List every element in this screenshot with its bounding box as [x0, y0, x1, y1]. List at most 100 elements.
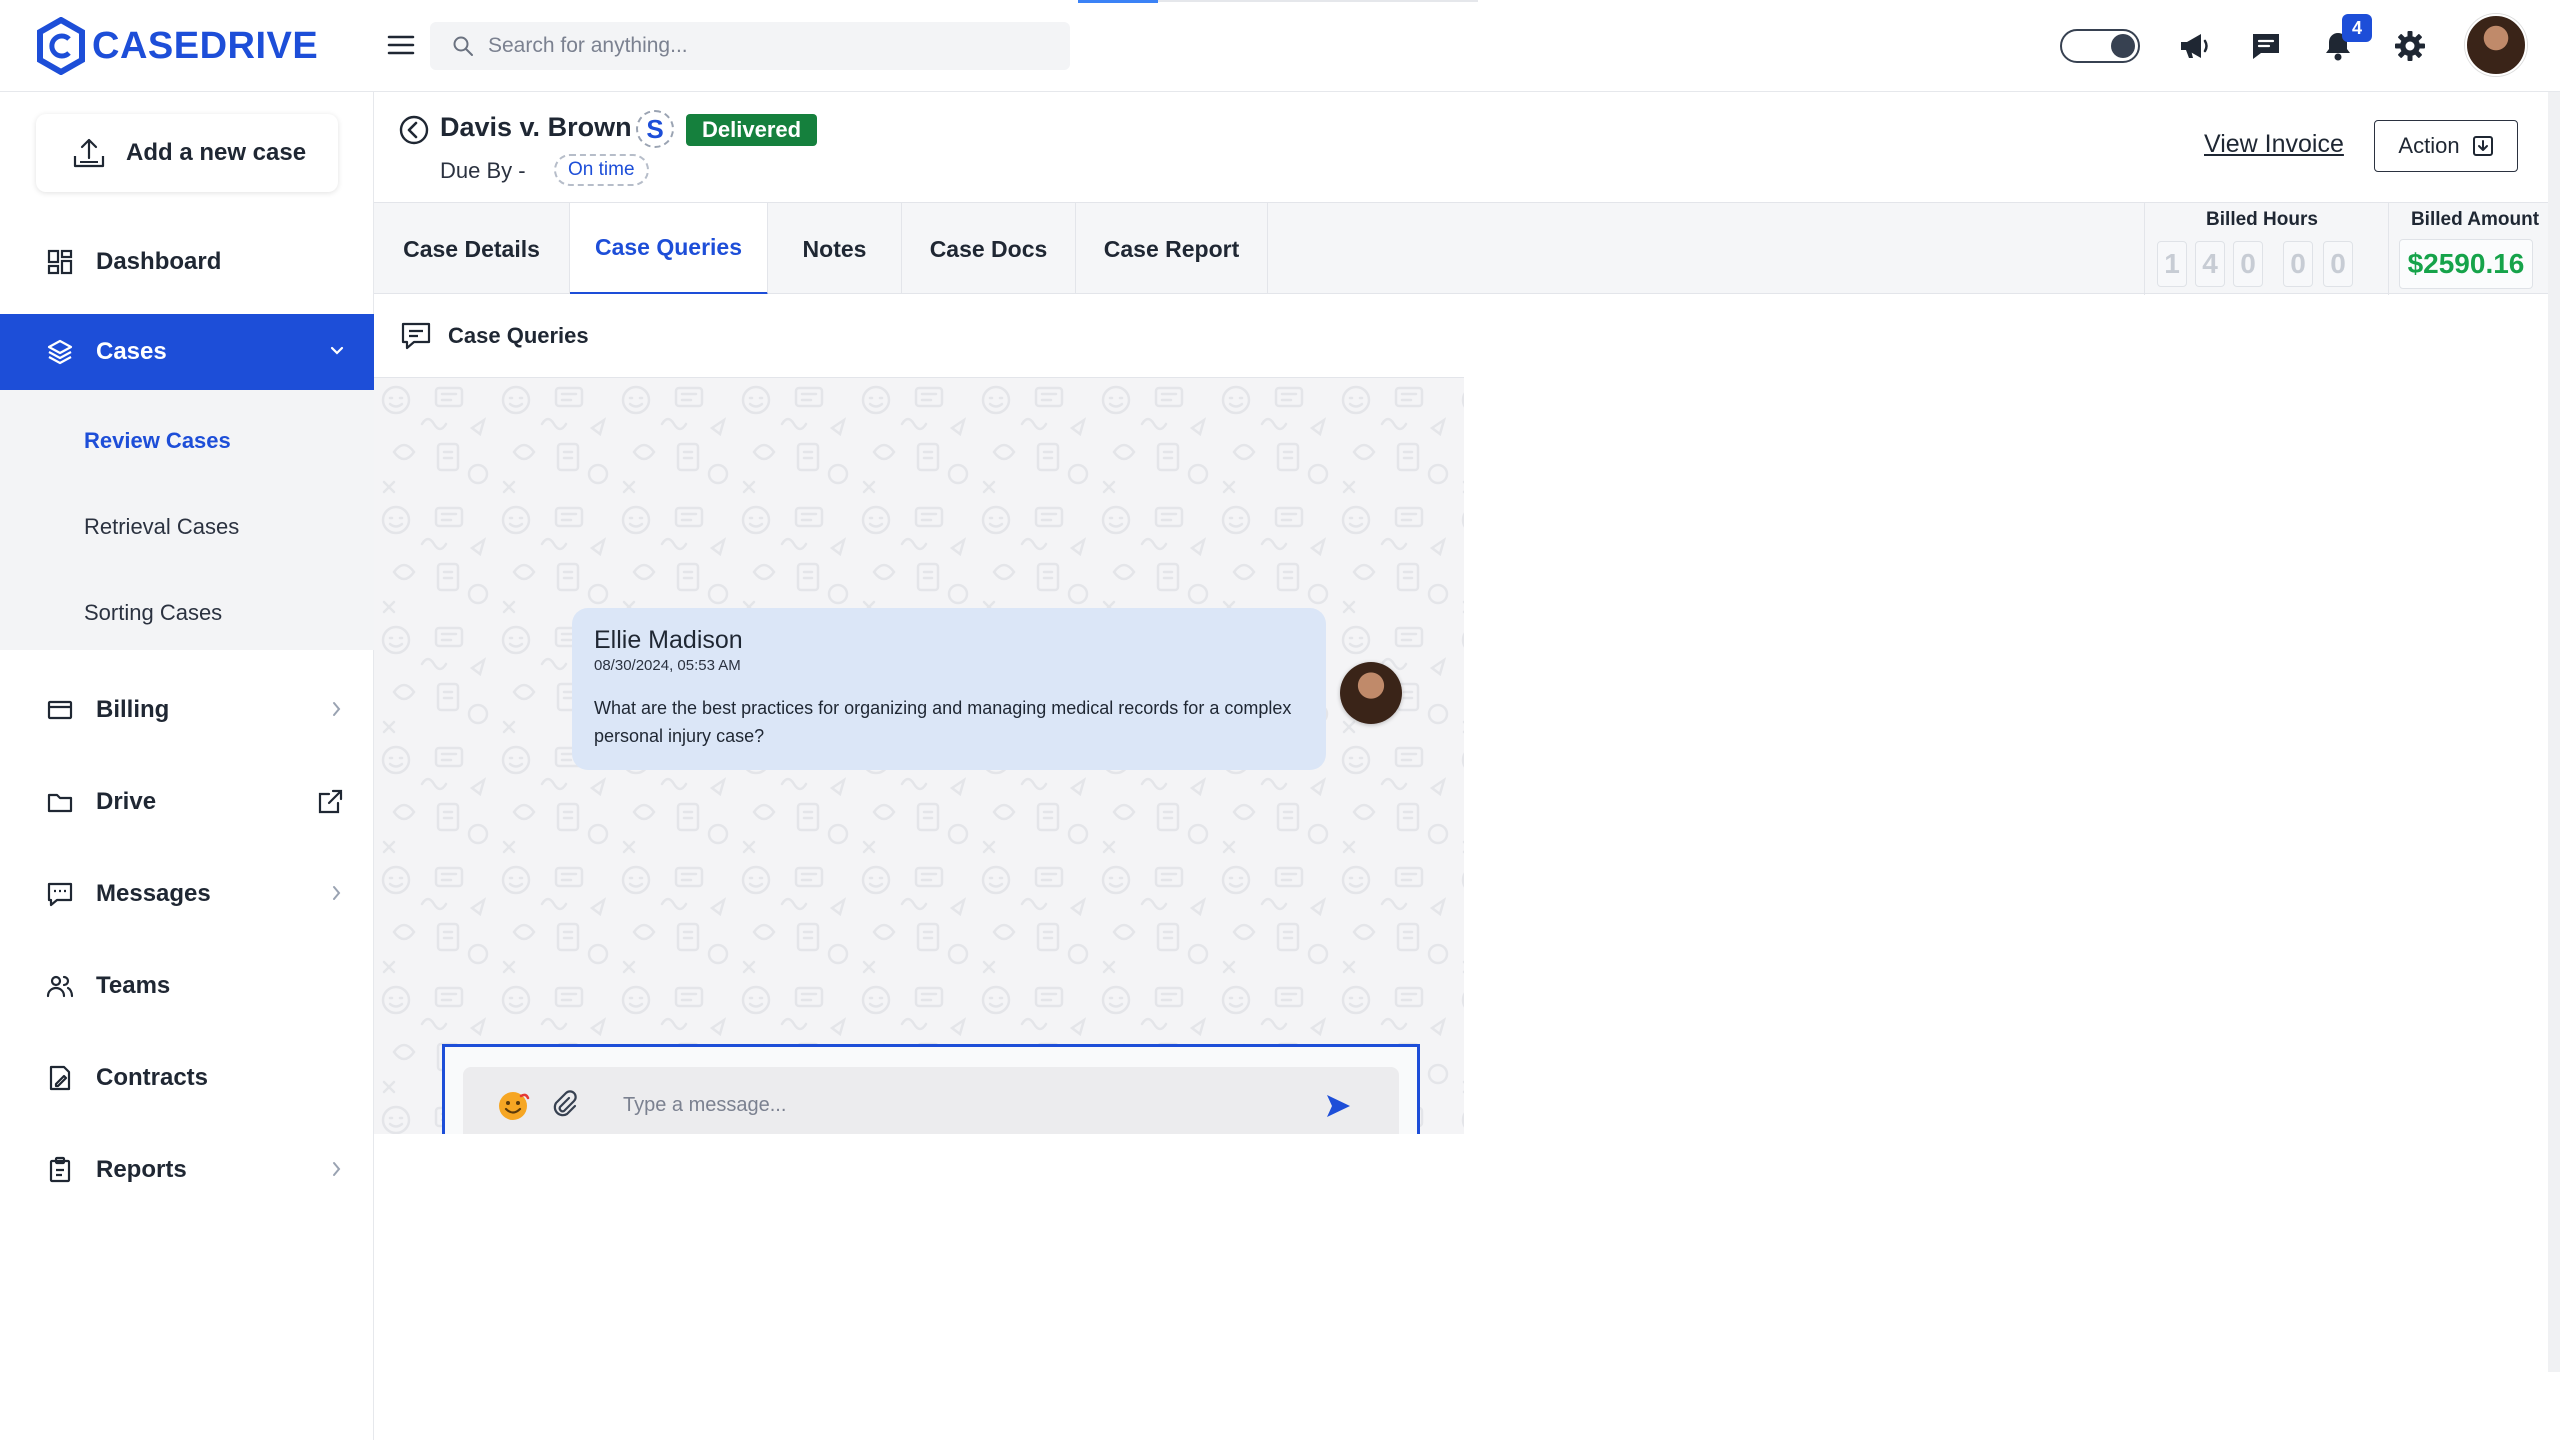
tab-case-report[interactable]: Case Report: [1076, 203, 1268, 295]
settings-button[interactable]: [2390, 26, 2430, 66]
case-queries-header: Case Queries: [374, 294, 1464, 378]
user-avatar[interactable]: [2465, 14, 2527, 76]
sidebar-item-messages[interactable]: Messages: [0, 856, 374, 932]
message-author: Ellie Madison: [594, 626, 743, 654]
sidebar-item-label: Drive: [96, 788, 157, 815]
search-icon: [453, 36, 473, 56]
report-icon: [49, 1156, 71, 1183]
billed-hours-digit: 1: [2157, 241, 2187, 287]
loading-track: [1158, 0, 1478, 2]
case-queries-title: Case Queries: [448, 322, 589, 348]
chat-icon: [2253, 34, 2279, 59]
download-icon: [2472, 136, 2493, 156]
attachment-icon[interactable]: [549, 1089, 579, 1119]
billed-hours-digit: 4: [2195, 241, 2225, 287]
chevron-right-icon: [333, 886, 341, 900]
add-case-label: Add a new case: [126, 139, 307, 166]
page-scrollbar[interactable]: [2548, 92, 2560, 1372]
sidebar-item-label: Teams: [96, 972, 171, 999]
query-message-bubble: Ellie Madison 08/30/2024, 05:53 AM What …: [572, 608, 1326, 770]
case-s-badge: S: [636, 110, 674, 148]
message-composer-frame: [442, 1044, 1420, 1134]
view-invoice-link[interactable]: View Invoice: [2204, 130, 2344, 159]
case-title: Davis v. Brown: [440, 112, 632, 142]
submenu-item-sorting-cases[interactable]: Sorting Cases: [84, 600, 222, 626]
search-input[interactable]: [488, 34, 1048, 58]
message-timestamp: 08/30/2024, 05:53 AM: [594, 657, 741, 674]
loading-indicator: [1078, 0, 1158, 3]
sidebar-item-label: Reports: [96, 1156, 187, 1183]
sidebar-item-label: Dashboard: [96, 248, 222, 275]
gear-icon: [2395, 31, 2425, 61]
top-bar: CASEDRIVE 4: [0, 0, 2560, 92]
external-link-icon[interactable]: [316, 788, 344, 816]
layers-icon: [47, 339, 73, 365]
case-queries-panel: Case Queries Ellie Madison 08/30/2024, 0…: [374, 294, 1464, 1134]
due-status-badge: On time: [554, 154, 649, 186]
sidebar-item-billing[interactable]: Billing: [0, 672, 374, 748]
theme-toggle-knob: [2111, 34, 2135, 58]
search-bar: [430, 22, 1070, 70]
billed-hours-label: Billed Hours: [2206, 209, 2318, 230]
megaphone-icon: [2181, 34, 2208, 58]
sidebar-item-label: Contracts: [96, 1064, 209, 1091]
message-icon: [47, 882, 73, 907]
sidebar-item-teams[interactable]: Teams: [0, 948, 374, 1024]
billed-amount-value: $2590.16: [2399, 239, 2533, 289]
sidebar-item-label: Cases: [96, 338, 167, 365]
contract-icon: [49, 1065, 71, 1091]
message-text: What are the best practices for organizi…: [594, 698, 1292, 746]
case-header: Davis v. Brown S Delivered Due By - On t…: [374, 92, 2560, 202]
sidebar-item-contracts[interactable]: Contracts: [0, 1040, 374, 1116]
sidebar-item-label: Messages: [96, 880, 211, 907]
status-badge: Delivered: [686, 114, 818, 146]
message-input[interactable]: [623, 1085, 1273, 1125]
emoji-icon[interactable]: [495, 1087, 531, 1123]
tab-case-details[interactable]: Case Details: [374, 203, 570, 295]
send-icon[interactable]: [1323, 1091, 1353, 1121]
message-composer: [463, 1067, 1399, 1134]
action-button[interactable]: Action: [2374, 120, 2518, 172]
dashboard-icon: [47, 249, 73, 275]
cases-submenu: Review Cases Retrieval Cases Sorting Cas…: [0, 390, 374, 650]
submenu-item-review-cases[interactable]: Review Cases: [84, 428, 231, 454]
sidebar-item-cases[interactable]: Cases: [0, 314, 374, 390]
messages-button[interactable]: [2246, 26, 2286, 66]
billed-hours-digit: 0: [2323, 241, 2353, 287]
theme-toggle[interactable]: [2060, 29, 2140, 63]
brand-name: CASEDRIVE: [92, 24, 319, 67]
menu-icon[interactable]: [386, 30, 416, 60]
brand-logo[interactable]: CASEDRIVE: [36, 16, 318, 76]
add-case-button[interactable]: Add a new case: [36, 114, 338, 192]
message-author-avatar: [1340, 662, 1402, 724]
announcements-button[interactable]: [2174, 26, 2214, 66]
notification-count-badge: 4: [2342, 14, 2372, 42]
folder-icon: [47, 793, 73, 813]
tab-case-docs[interactable]: Case Docs: [902, 203, 1076, 295]
sidebar-item-dashboard[interactable]: Dashboard: [0, 224, 374, 300]
sidebar-item-reports[interactable]: Reports: [0, 1132, 374, 1208]
logo-icon: [37, 17, 85, 75]
case-tabs: Case Details Case Queries Notes Case Doc…: [374, 202, 2560, 295]
tab-notes[interactable]: Notes: [768, 203, 902, 295]
billed-amount-label: Billed Amount: [2410, 209, 2540, 230]
queries-icon: [401, 322, 431, 349]
submenu-item-retrieval-cases[interactable]: Retrieval Cases: [84, 514, 239, 540]
chat-area: Ellie Madison 08/30/2024, 05:53 AM What …: [374, 378, 1464, 1134]
users-icon: [46, 975, 74, 998]
due-by-label: Due By -: [440, 158, 526, 183]
sidebar: Add a new case Dashboard Cases Review Ca…: [0, 92, 374, 1440]
tab-case-queries[interactable]: Case Queries: [570, 203, 768, 295]
back-icon[interactable]: [398, 114, 430, 146]
sidebar-item-drive[interactable]: Drive: [0, 764, 374, 840]
chevron-down-icon: [330, 346, 344, 355]
card-icon: [47, 700, 73, 720]
chevron-right-icon: [333, 1162, 341, 1176]
sidebar-item-label: Billing: [96, 696, 170, 723]
chevron-right-icon: [333, 702, 341, 716]
billed-hours-digit: 0: [2283, 241, 2313, 287]
billed-hours-digit: 0: [2233, 241, 2263, 287]
upload-icon: [73, 138, 105, 168]
action-button-label: Action: [2398, 133, 2460, 158]
billed-amount: Billed Amount $2590.16: [2388, 203, 2560, 295]
